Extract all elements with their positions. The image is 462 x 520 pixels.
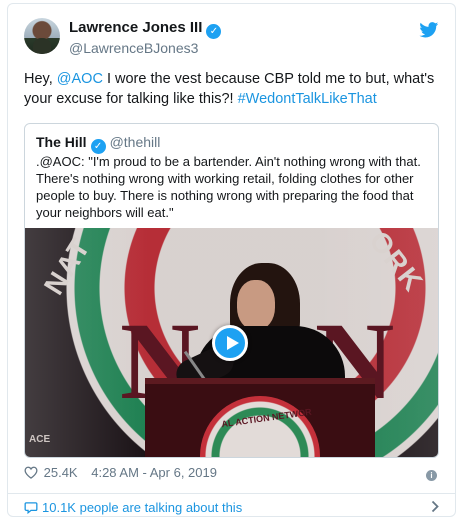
quoted-text: .@AOC: "I'm proud to be a bartender. Ain… [36,154,421,220]
mention-link[interactable]: @AOC [57,71,103,87]
verified-icon: ✓ [206,24,222,39]
tweet-meta: 25.4K 4:28 AM - Apr 6, 2019 [24,465,217,480]
quoted-author-handle[interactable]: @thehill [110,134,161,150]
timestamp[interactable]: 4:28 AM - Apr 6, 2019 [91,465,217,480]
tweet-text-part: Hey, [24,71,57,87]
hashtag-link[interactable]: #WedontTalkLikeThat [238,91,377,107]
video-thumbnail[interactable]: NAT ORK NAN AL ACTION NETWOR ACE [25,228,438,457]
tweet-header: Lawrence Jones III ✓ @LawrenceBJones3 [24,18,441,62]
twitter-bird-icon[interactable] [419,22,439,38]
speaker-face [237,280,275,330]
avatar[interactable] [24,18,60,54]
chevron-right-icon[interactable] [431,500,439,513]
corner-text: ACE [29,434,51,445]
like-count[interactable]: 25.4K [44,465,78,480]
author-handle[interactable]: @LawrenceBJones3 [69,40,198,56]
play-icon[interactable] [212,325,248,361]
comment-icon [24,502,38,514]
info-icon[interactable]: i [426,470,437,481]
author-name-text[interactable]: Lawrence Jones III [69,19,202,36]
conversation-link[interactable]: 10.1K people are talking about this [24,500,242,515]
conversation-text[interactable]: 10.1K people are talking about this [42,500,242,515]
quoted-tweet[interactable]: The Hill ✓ @thehill .@AOC: "I'm proud to b… [24,123,439,458]
author-display-name[interactable]: Lawrence Jones III ✓ [69,19,222,39]
quoted-author-name[interactable]: The Hill [36,134,87,150]
divider [8,493,455,494]
tweet-card[interactable]: Lawrence Jones III ✓ @LawrenceBJones3 Hey… [7,3,456,517]
tweet-text: Hey, @AOC I wore the vest because CBP to… [24,69,444,109]
quoted-header: The Hill ✓ @thehill [36,134,160,154]
verified-icon: ✓ [90,139,106,154]
heart-icon[interactable] [24,466,38,479]
